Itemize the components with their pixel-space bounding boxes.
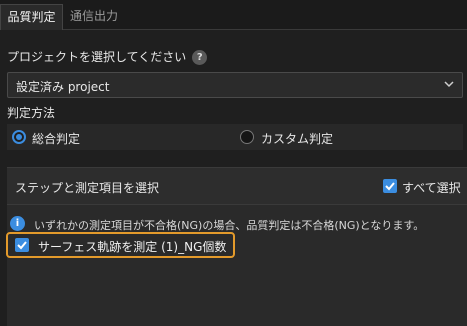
check-icon	[17, 241, 27, 250]
project-select[interactable]: 設定済み project	[7, 72, 463, 98]
tab-communication-output[interactable]: 通信出力	[63, 4, 125, 30]
tab-quality-judgment[interactable]: 品質判定	[0, 4, 63, 30]
info-icon: i	[10, 216, 25, 231]
steps-panel-header: ステップと測定項目を選択 すべて選択	[7, 168, 467, 205]
help-icon[interactable]: ?	[192, 50, 208, 65]
method-label: 判定方法	[7, 106, 56, 120]
method-radio-group: 総合判定 カスタム判定	[7, 124, 463, 150]
project-select-value: 設定済み project	[16, 80, 110, 94]
radio-custom-judgment-label: カスタム判定	[261, 132, 334, 146]
measurement-item-label: サーフェス軌跡を測定 (1)_NG個数	[38, 240, 227, 254]
tab-bar: 品質判定 通信出力	[0, 0, 467, 30]
check-icon	[385, 182, 395, 191]
radio-overall-judgment-label: 総合判定	[32, 132, 81, 146]
project-label: プロジェクトを選択してください	[7, 50, 187, 64]
select-all-checkbox[interactable]	[383, 179, 397, 193]
steps-panel: ステップと測定項目を選択 すべて選択 i いずれかの測定項目が不合格(NG)の場…	[6, 167, 467, 326]
chevron-down-icon	[444, 81, 454, 88]
measurement-item-checkbox[interactable]	[15, 238, 29, 252]
info-message: いずれかの測定項目が不合格(NG)の場合、品質判定は不合格(NG)となります。	[34, 219, 425, 232]
measurement-item-row[interactable]: サーフェス軌跡を測定 (1)_NG個数	[6, 232, 235, 258]
project-label-row: プロジェクトを選択してください?	[7, 48, 208, 65]
select-all-label: すべて選択	[402, 181, 461, 195]
radio-overall-judgment[interactable]	[12, 130, 26, 144]
radio-custom-judgment[interactable]	[240, 130, 254, 144]
steps-panel-title: ステップと測定項目を選択	[15, 181, 160, 195]
